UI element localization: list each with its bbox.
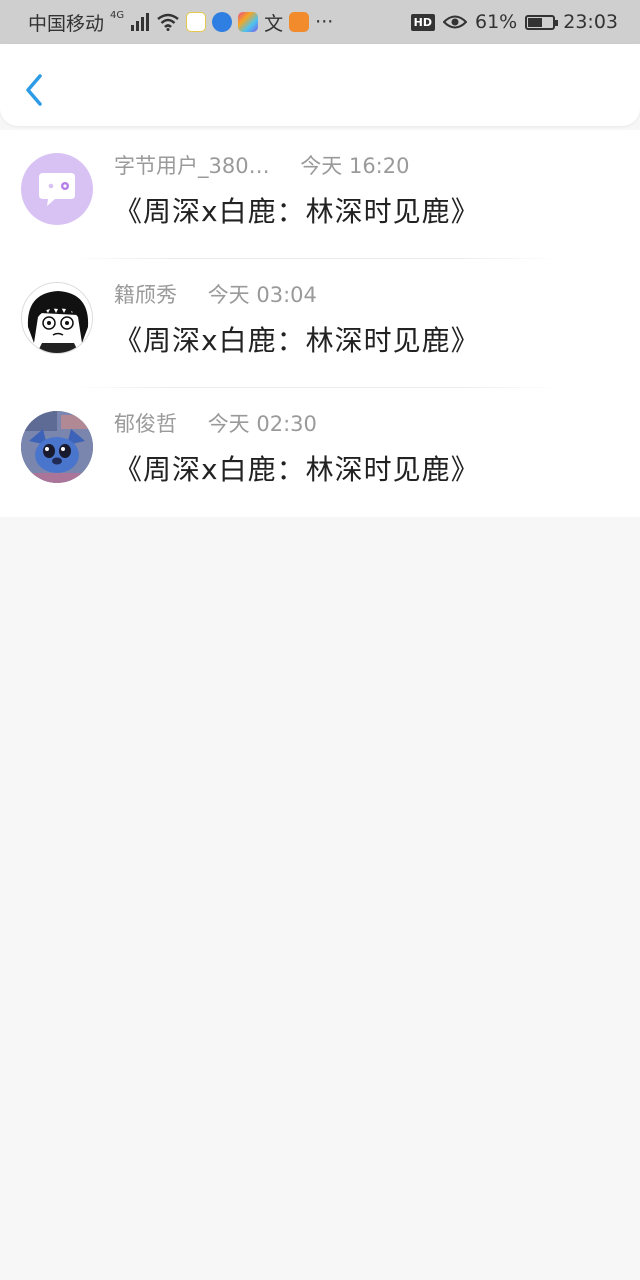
eye-icon bbox=[443, 14, 467, 30]
user-name[interactable]: 郁俊哲 bbox=[114, 412, 177, 436]
stitch-avatar[interactable] bbox=[21, 411, 93, 483]
work-title[interactable]: 《周深x白鹿：林深时见鹿》 bbox=[114, 448, 480, 488]
comment-meta: 籍颀秀 今天 03:04 bbox=[114, 279, 317, 309]
video-app-icon bbox=[289, 12, 310, 32]
comment-meta: 字节用户_380… 今天 16:20 bbox=[114, 150, 409, 180]
chat-bubble-avatar[interactable] bbox=[21, 153, 93, 225]
hd-badge: HD bbox=[410, 13, 435, 31]
status-left: 中国移动 4G 文 ··· bbox=[28, 0, 333, 44]
list-item[interactable]: 郁俊哲 今天 02:30 《周深x白鹿：林深时见鹿》 bbox=[0, 388, 640, 517]
clock: 23:03 bbox=[563, 11, 618, 33]
app-icon-blue bbox=[212, 12, 233, 32]
user-name[interactable]: 籍颀秀 bbox=[114, 283, 177, 307]
chevron-left-icon bbox=[26, 74, 42, 106]
network-type: 4G bbox=[110, 10, 125, 21]
signal-icon bbox=[130, 13, 150, 31]
top-bar bbox=[0, 44, 640, 126]
app-icon-colorful bbox=[238, 12, 259, 32]
wifi-icon bbox=[156, 13, 180, 31]
status-bar: 中国移动 4G 文 ··· HD 61% 23:03 bbox=[0, 0, 640, 44]
battery-icon bbox=[525, 14, 559, 30]
status-right: HD 61% 23:03 bbox=[410, 0, 618, 44]
comment-time: 今天 16:20 bbox=[300, 154, 410, 178]
user-name[interactable]: 字节用户_380… bbox=[114, 154, 270, 178]
work-title[interactable]: 《周深x白鹿：林深时见鹿》 bbox=[114, 319, 480, 359]
comment-list: 字节用户_380… 今天 16:20 《周深x白鹿：林深时见鹿》 籍颀秀 今天 … bbox=[0, 130, 640, 517]
comment-time: 今天 03:04 bbox=[207, 283, 317, 307]
carrier-label: 中国移动 bbox=[28, 12, 105, 35]
list-item[interactable]: 籍颀秀 今天 03:04 《周深x白鹿：林深时见鹿》 bbox=[0, 259, 640, 388]
list-item[interactable]: 字节用户_380… 今天 16:20 《周深x白鹿：林深时见鹿》 bbox=[0, 130, 640, 259]
work-title[interactable]: 《周深x白鹿：林深时见鹿》 bbox=[114, 190, 480, 230]
battery-percent: 61% bbox=[475, 11, 518, 33]
text-app-icon: 文 bbox=[264, 12, 284, 35]
app-icon-yellow bbox=[186, 12, 207, 32]
back-button[interactable] bbox=[18, 70, 52, 110]
comment-time: 今天 02:30 bbox=[207, 412, 317, 436]
more-notifications-icon: ··· bbox=[315, 11, 334, 33]
anime-girl-avatar[interactable] bbox=[21, 282, 93, 354]
comment-meta: 郁俊哲 今天 02:30 bbox=[114, 408, 317, 438]
